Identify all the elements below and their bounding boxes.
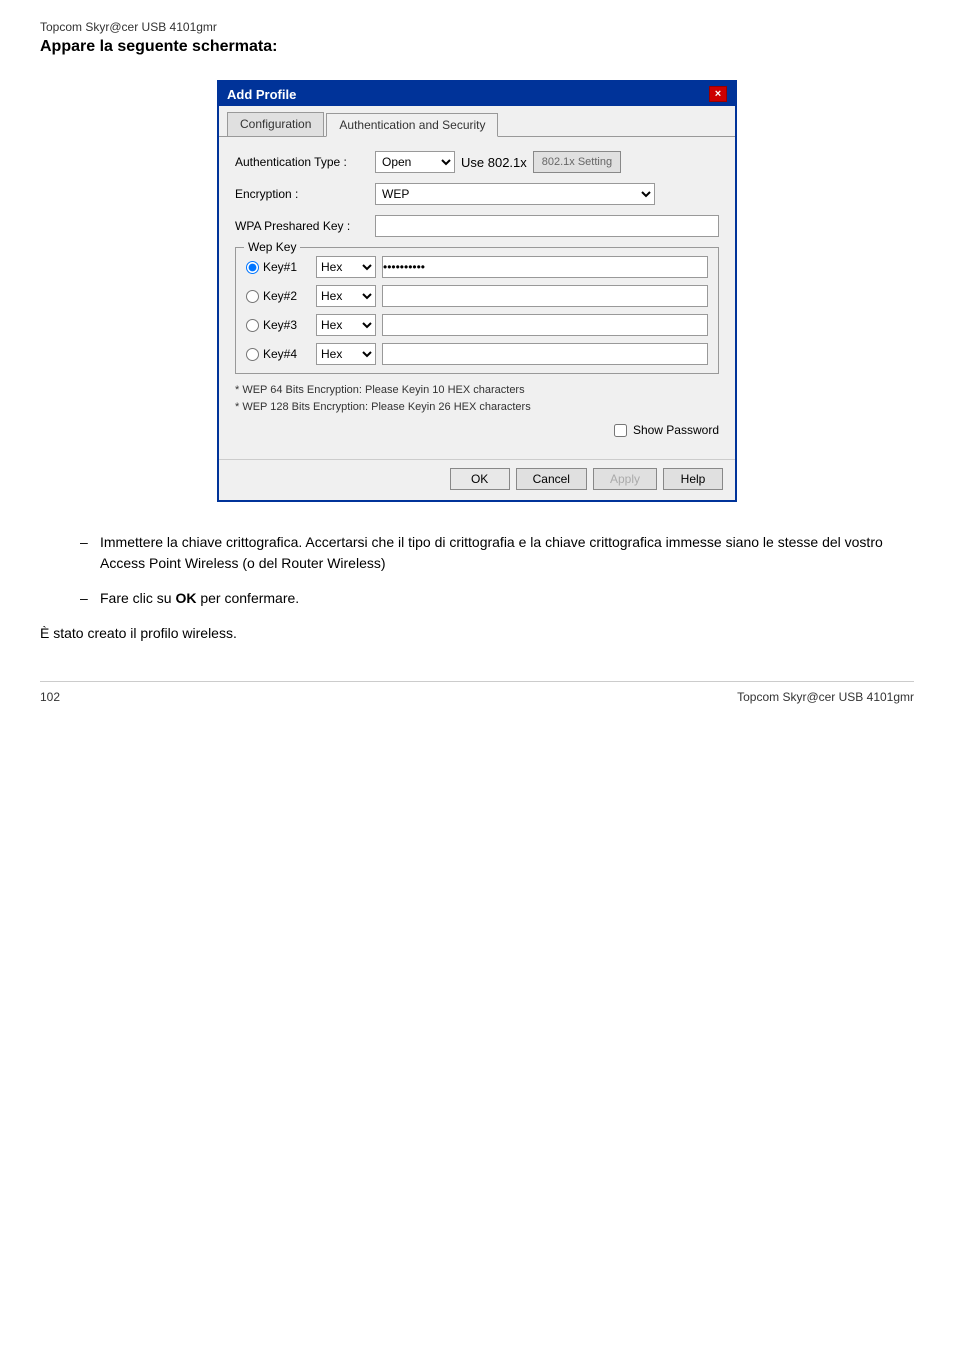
- tab-authentication-security[interactable]: Authentication and Security: [326, 113, 498, 137]
- key1-value-input[interactable]: [382, 256, 708, 278]
- page-footer: 102 Topcom Skyr@cer USB 4101gmr: [40, 681, 914, 704]
- encryption-select[interactable]: WEP TKIP AES None: [375, 183, 655, 205]
- key2-radio[interactable]: [246, 290, 259, 303]
- footer-brand: Topcom Skyr@cer USB 4101gmr: [737, 690, 914, 704]
- encryption-row: Encryption : WEP TKIP AES None: [235, 183, 719, 205]
- show-password-checkbox[interactable]: [614, 424, 627, 437]
- key3-label: Key#3: [263, 318, 297, 332]
- apply-button[interactable]: Apply: [593, 468, 657, 490]
- key4-radio-label[interactable]: Key#4: [246, 347, 316, 361]
- key2-radio-label[interactable]: Key#2: [246, 289, 316, 303]
- encryption-label: Encryption :: [235, 187, 375, 201]
- conclusion-text: È stato creato il profilo wireless.: [40, 625, 914, 641]
- bullet1-text: Immettere la chiave crittografica. Accer…: [100, 534, 883, 571]
- auth-type-row: Authentication Type : Open Shared WPA-PS…: [235, 151, 719, 173]
- bullet2-prefix: Fare clic su: [100, 590, 175, 606]
- auth-type-select[interactable]: Open Shared WPA-PSK: [375, 151, 455, 173]
- show-password-label: Show Password: [633, 423, 719, 437]
- dialog-tabs: Configuration Authentication and Securit…: [219, 106, 735, 137]
- page-header-large: Appare la seguente schermata:: [40, 38, 914, 56]
- key1-radio-label[interactable]: Key#1: [246, 260, 316, 274]
- key3-value-input[interactable]: [382, 314, 708, 336]
- bullet-list: Immettere la chiave crittografica. Accer…: [100, 532, 914, 609]
- hint-text: * WEP 64 Bits Encryption: Please Keyin 1…: [235, 382, 719, 415]
- show-password-row: Show Password: [235, 423, 719, 437]
- 802-setting-button[interactable]: 802.1x Setting: [533, 151, 621, 173]
- key4-row: Key#4 Hex ASCII: [246, 343, 708, 365]
- page-number: 102: [40, 690, 60, 704]
- dialog-titlebar: Add Profile ×: [219, 82, 735, 106]
- key3-row: Key#3 Hex ASCII: [246, 314, 708, 336]
- wep-group-legend: Wep Key: [244, 240, 300, 254]
- key1-radio[interactable]: [246, 261, 259, 274]
- encryption-controls: WEP TKIP AES None: [375, 183, 719, 205]
- key3-radio-label[interactable]: Key#3: [246, 318, 316, 332]
- tab-configuration[interactable]: Configuration: [227, 112, 324, 136]
- cancel-button[interactable]: Cancel: [516, 468, 587, 490]
- wpa-input[interactable]: [375, 215, 719, 237]
- key4-radio[interactable]: [246, 348, 259, 361]
- wpa-label: WPA Preshared Key :: [235, 219, 375, 233]
- hint1: * WEP 64 Bits Encryption: Please Keyin 1…: [235, 382, 719, 399]
- key3-type-select[interactable]: Hex ASCII: [316, 314, 376, 336]
- key3-radio[interactable]: [246, 319, 259, 332]
- add-profile-dialog: Add Profile × Configuration Authenticati…: [217, 80, 737, 502]
- key1-label: Key#1: [263, 260, 297, 274]
- dialog-footer: OK Cancel Apply Help: [219, 459, 735, 500]
- ok-button[interactable]: OK: [450, 468, 510, 490]
- bullet2-bold: OK: [175, 590, 196, 606]
- bullet-item-1: Immettere la chiave crittografica. Accer…: [100, 532, 914, 574]
- auth-type-controls: Open Shared WPA-PSK Use 802.1x 802.1x Se…: [375, 151, 719, 173]
- key2-row: Key#2 Hex ASCII: [246, 285, 708, 307]
- key1-type-select[interactable]: Hex ASCII: [316, 256, 376, 278]
- wep-key-group: Wep Key Key#1 Hex ASCII Key#2: [235, 247, 719, 374]
- dialog-body: Authentication Type : Open Shared WPA-PS…: [219, 137, 735, 459]
- key2-type-select[interactable]: Hex ASCII: [316, 285, 376, 307]
- dialog-title: Add Profile: [227, 87, 296, 102]
- key2-label: Key#2: [263, 289, 297, 303]
- key4-label: Key#4: [263, 347, 297, 361]
- wpa-controls: [375, 215, 719, 237]
- key2-value-input[interactable]: [382, 285, 708, 307]
- bullet2-suffix: per confermare.: [196, 590, 299, 606]
- key4-value-input[interactable]: [382, 343, 708, 365]
- key1-row: Key#1 Hex ASCII: [246, 256, 708, 278]
- wpa-row: WPA Preshared Key :: [235, 215, 719, 237]
- help-button[interactable]: Help: [663, 468, 723, 490]
- auth-type-label: Authentication Type :: [235, 155, 375, 169]
- page-header-small: Topcom Skyr@cer USB 4101gmr: [40, 20, 914, 34]
- use-802-label: Use 802.1x: [461, 155, 527, 170]
- key4-type-select[interactable]: Hex ASCII: [316, 343, 376, 365]
- hint2: * WEP 128 Bits Encryption: Please Keyin …: [235, 399, 719, 416]
- dialog-close-button[interactable]: ×: [709, 86, 727, 102]
- bullet-item-2: Fare clic su OK per confermare.: [100, 588, 914, 609]
